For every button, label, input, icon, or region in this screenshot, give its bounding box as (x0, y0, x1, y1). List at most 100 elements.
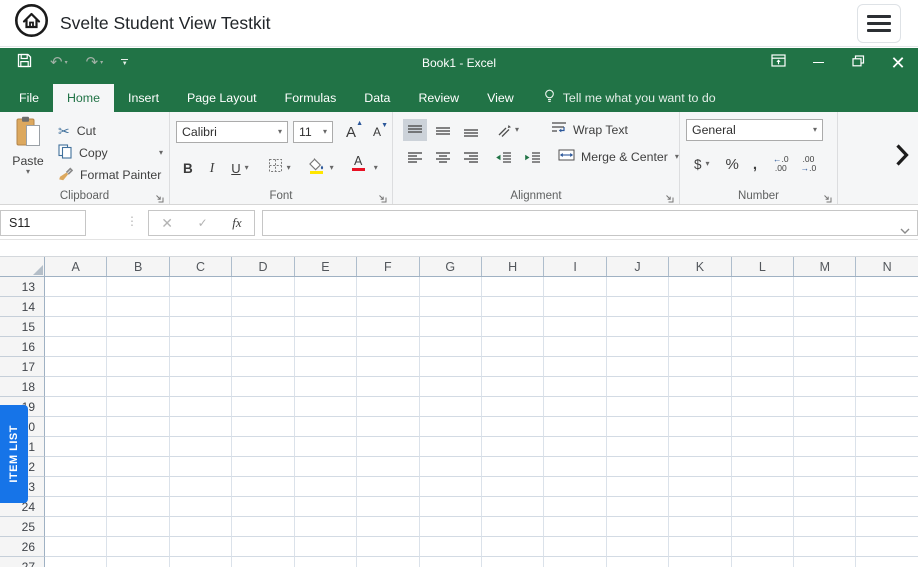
cell-J27[interactable] (607, 557, 669, 567)
cell-N25[interactable] (856, 517, 917, 537)
align-right-button[interactable] (459, 146, 483, 168)
cell-M22[interactable] (794, 457, 856, 477)
increase-indent-button[interactable] (520, 146, 544, 168)
cell-M24[interactable] (794, 497, 856, 517)
tab-formulas[interactable]: Formulas (271, 84, 351, 112)
cell-I20[interactable] (544, 417, 606, 437)
cell-E24[interactable] (295, 497, 357, 517)
cell-A20[interactable] (45, 417, 107, 437)
redo-button[interactable]: ↷ ▾ (77, 50, 113, 76)
restore-button[interactable] (838, 48, 878, 77)
cell-G24[interactable] (420, 497, 482, 517)
cell-D26[interactable] (232, 537, 294, 557)
column-header-J[interactable]: J (607, 257, 669, 276)
cell-E19[interactable] (295, 397, 357, 417)
cell-H20[interactable] (482, 417, 544, 437)
cell-I22[interactable] (544, 457, 606, 477)
tab-data[interactable]: Data (350, 84, 404, 112)
cell-A16[interactable] (45, 337, 107, 357)
cell-D25[interactable] (232, 517, 294, 537)
column-header-H[interactable]: H (482, 257, 544, 276)
cell-C19[interactable] (170, 397, 232, 417)
cell-C16[interactable] (170, 337, 232, 357)
cell-J14[interactable] (607, 297, 669, 317)
cell-H25[interactable] (482, 517, 544, 537)
cell-D23[interactable] (232, 477, 294, 497)
cell-C23[interactable] (170, 477, 232, 497)
cell-A14[interactable] (45, 297, 107, 317)
cell-E22[interactable] (295, 457, 357, 477)
cell-J25[interactable] (607, 517, 669, 537)
align-left-button[interactable] (403, 146, 427, 168)
cell-B14[interactable] (107, 297, 169, 317)
tab-view[interactable]: View (473, 84, 528, 112)
cell-L20[interactable] (732, 417, 794, 437)
cell-L27[interactable] (732, 557, 794, 567)
cell-M27[interactable] (794, 557, 856, 567)
column-header-N[interactable]: N (856, 257, 917, 276)
cell-M21[interactable] (794, 437, 856, 457)
cell-I21[interactable] (544, 437, 606, 457)
cell-M23[interactable] (794, 477, 856, 497)
cell-N18[interactable] (856, 377, 917, 397)
cell-C25[interactable] (170, 517, 232, 537)
cell-D13[interactable] (232, 277, 294, 297)
cell-M26[interactable] (794, 537, 856, 557)
row-header-16[interactable]: 16 (0, 337, 45, 357)
cell-G13[interactable] (420, 277, 482, 297)
save-button[interactable] (8, 50, 41, 76)
cell-I17[interactable] (544, 357, 606, 377)
cell-I13[interactable] (544, 277, 606, 297)
cell-B19[interactable] (107, 397, 169, 417)
select-all-button[interactable] (0, 257, 45, 276)
cell-G27[interactable] (420, 557, 482, 567)
cell-M18[interactable] (794, 377, 856, 397)
cell-A27[interactable] (45, 557, 107, 567)
cell-C13[interactable] (170, 277, 232, 297)
cell-F17[interactable] (357, 357, 419, 377)
cell-H19[interactable] (482, 397, 544, 417)
cell-J13[interactable] (607, 277, 669, 297)
center-button[interactable] (431, 146, 455, 168)
hamburger-menu-button[interactable] (857, 4, 901, 43)
cell-N27[interactable] (856, 557, 917, 567)
cell-D16[interactable] (232, 337, 294, 357)
cell-D22[interactable] (232, 457, 294, 477)
cell-H26[interactable] (482, 537, 544, 557)
cell-F23[interactable] (357, 477, 419, 497)
formula-expand-button[interactable] (900, 221, 910, 239)
cell-G15[interactable] (420, 317, 482, 337)
cell-I25[interactable] (544, 517, 606, 537)
cell-G14[interactable] (420, 297, 482, 317)
cell-D19[interactable] (232, 397, 294, 417)
cell-D27[interactable] (232, 557, 294, 567)
decrease-indent-button[interactable] (491, 146, 515, 168)
top-align-button[interactable] (403, 119, 427, 141)
cell-B27[interactable] (107, 557, 169, 567)
cell-K24[interactable] (669, 497, 731, 517)
cell-I23[interactable] (544, 477, 606, 497)
cell-H16[interactable] (482, 337, 544, 357)
column-header-K[interactable]: K (669, 257, 731, 276)
cell-N15[interactable] (856, 317, 917, 337)
column-header-C[interactable]: C (170, 257, 232, 276)
cell-K15[interactable] (669, 317, 731, 337)
close-button[interactable]: ✕ (878, 48, 918, 77)
cell-B20[interactable] (107, 417, 169, 437)
cell-L16[interactable] (732, 337, 794, 357)
tab-home[interactable]: Home (53, 84, 114, 112)
cell-B16[interactable] (107, 337, 169, 357)
cell-H15[interactable] (482, 317, 544, 337)
cell-E13[interactable] (295, 277, 357, 297)
cell-G26[interactable] (420, 537, 482, 557)
cell-A22[interactable] (45, 457, 107, 477)
cell-K21[interactable] (669, 437, 731, 457)
insert-function-button[interactable]: fx (232, 215, 241, 231)
cell-K16[interactable] (669, 337, 731, 357)
cell-B15[interactable] (107, 317, 169, 337)
cell-C20[interactable] (170, 417, 232, 437)
column-header-E[interactable]: E (295, 257, 357, 276)
customize-qat-button[interactable]: ▼ (112, 50, 137, 76)
tab-review[interactable]: Review (404, 84, 473, 112)
bottom-align-button[interactable] (459, 119, 483, 141)
